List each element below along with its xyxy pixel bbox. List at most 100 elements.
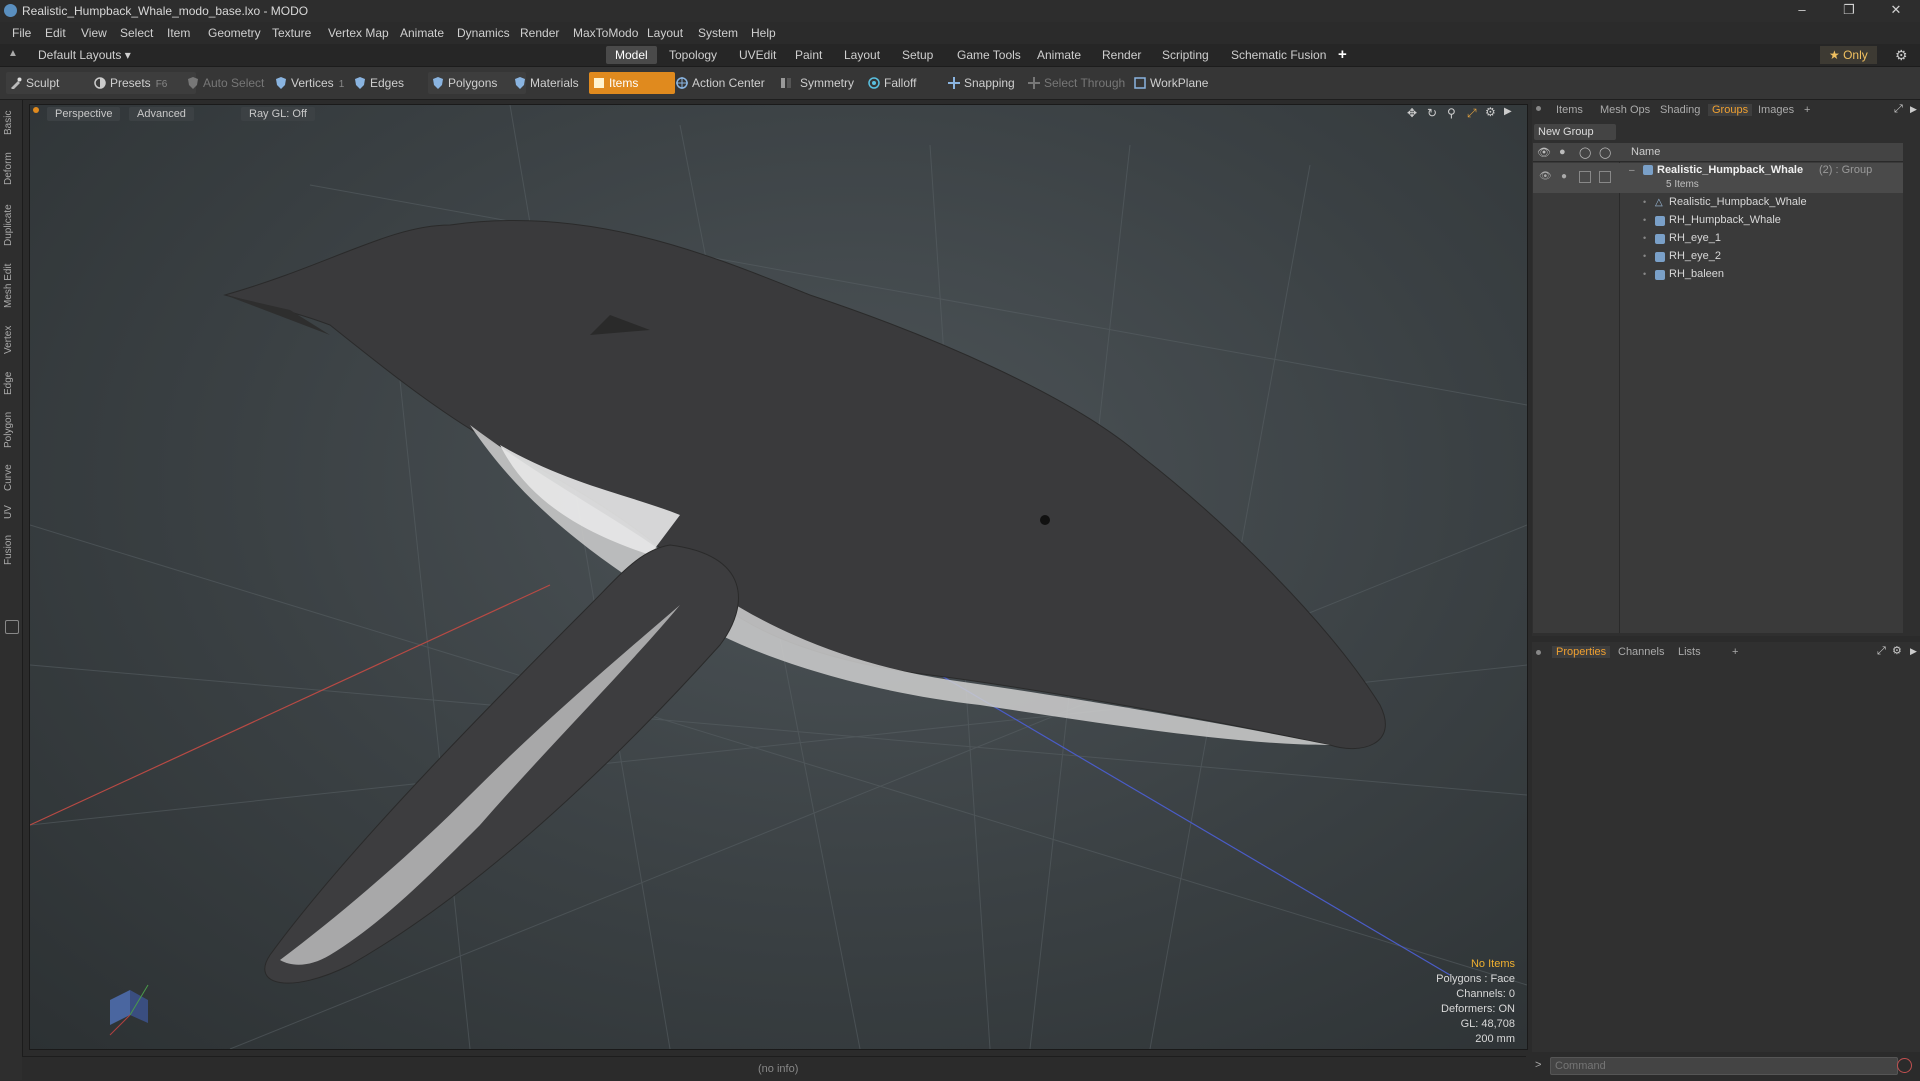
viewport-settings-gear-icon[interactable]: ⚙ (1485, 105, 1496, 119)
tab-animate[interactable]: Animate (1028, 46, 1090, 64)
vtab-polygon[interactable]: Polygon (3, 408, 19, 452)
vtab-mesh-edit[interactable]: Mesh Edit (3, 260, 19, 312)
command-input[interactable] (1550, 1057, 1898, 1075)
rotate-icon[interactable]: ↻ (1427, 106, 1437, 120)
menu-select[interactable]: Select (120, 26, 153, 40)
props-options-icon[interactable] (1536, 650, 1541, 655)
tab-topology[interactable]: Topology (660, 46, 726, 64)
menu-item[interactable]: Item (167, 26, 190, 40)
vtab-deform[interactable]: Deform (3, 148, 19, 190)
workplane-button[interactable]: WorkPlane (1130, 72, 1232, 94)
tab-setup[interactable]: Setup (893, 46, 942, 64)
action-center-button[interactable]: Action Center (672, 72, 788, 94)
tab-groups[interactable]: Groups (1708, 104, 1753, 116)
lock-column-icon[interactable]: ◯ (1579, 146, 1591, 159)
tab-paint[interactable]: Paint (786, 46, 831, 64)
tab-channels[interactable]: Channels (1618, 646, 1664, 658)
menu-texture[interactable]: Texture (272, 26, 311, 40)
new-group-button[interactable]: New Group (1534, 124, 1616, 140)
vtab-vertex[interactable]: Vertex (3, 322, 19, 358)
menu-animate[interactable]: Animate (400, 26, 444, 40)
select-column-icon[interactable]: ◯ (1599, 146, 1611, 159)
list-item[interactable]: • RH_Humpback_Whale (1533, 212, 1903, 230)
viewport-menu-arrow-icon[interactable]: ▶ (1504, 106, 1512, 117)
only-toggle[interactable]: ★ Only (1820, 46, 1877, 64)
tab-shading[interactable]: Shading (1660, 104, 1700, 116)
menu-edit[interactable]: Edit (45, 26, 66, 40)
vtab-uv[interactable]: UV (3, 502, 19, 522)
list-item[interactable]: • RH_eye_1 (1533, 230, 1903, 248)
vtab-basic[interactable]: Basic (3, 108, 19, 138)
menu-geometry[interactable]: Geometry (208, 26, 261, 40)
strip-toggle-icon[interactable] (5, 620, 19, 634)
3d-viewport[interactable] (29, 104, 1528, 1050)
add-panel-tab-button[interactable]: + (1804, 104, 1810, 116)
collapse-icon[interactable]: ▲ (8, 48, 18, 59)
menu-file[interactable]: File (12, 26, 31, 40)
tab-schematic-fusion[interactable]: Schematic Fusion (1222, 46, 1335, 64)
props-menu-arrow-icon[interactable]: ▶ (1910, 646, 1917, 657)
panel-menu-arrow-icon[interactable]: ▶ (1910, 104, 1917, 115)
maximize-button[interactable]: ❐ (1827, 0, 1871, 22)
tab-layout[interactable]: Layout (835, 46, 889, 64)
symmetry-button[interactable]: Symmetry (776, 72, 872, 94)
group-expand-icon[interactable]: – (1629, 165, 1635, 176)
render-column-icon[interactable]: ● (1559, 146, 1566, 158)
add-layout-tab-button[interactable]: + (1329, 46, 1356, 64)
tab-items[interactable]: Items (1556, 104, 1583, 116)
sculpt-button[interactable]: Sculpt (6, 72, 92, 94)
menu-dynamics[interactable]: Dynamics (457, 26, 510, 40)
command-history-icon[interactable] (1897, 1058, 1912, 1073)
props-expand-icon[interactable]: ⤢ (1877, 645, 1886, 658)
pan-icon[interactable]: ✥ (1407, 106, 1417, 120)
layouts-dropdown[interactable]: Default Layouts ▾ (38, 48, 131, 62)
tab-images[interactable]: Images (1758, 104, 1794, 116)
items-button[interactable]: Items (589, 72, 675, 94)
tab-uvedit[interactable]: UVEdit (730, 46, 785, 64)
modo-app-icon (4, 4, 17, 17)
expand-panel-icon[interactable]: ⤢ (1894, 103, 1903, 116)
group-lock-checkbox[interactable] (1579, 171, 1591, 183)
fit-icon[interactable]: ⤢ (1467, 106, 1477, 121)
minimize-button[interactable]: – (1780, 0, 1824, 22)
gear-icon[interactable]: ⚙ (1895, 47, 1908, 64)
menu-system[interactable]: System (698, 26, 738, 40)
menu-layout[interactable]: Layout (647, 26, 683, 40)
group-render-icon[interactable]: ● (1561, 171, 1567, 182)
list-item[interactable]: • RH_eye_2 (1533, 248, 1903, 266)
list-item[interactable]: • RH_baleen (1533, 266, 1903, 284)
visibility-column-eye-icon[interactable]: 👁 (1537, 146, 1551, 159)
add-props-tab-button[interactable]: + (1732, 646, 1738, 658)
menu-vertex-map[interactable]: Vertex Map (328, 26, 389, 40)
raygl-toggle[interactable]: Ray GL: Off (241, 107, 315, 121)
vtab-duplicate[interactable]: Duplicate (3, 200, 19, 250)
tab-properties[interactable]: Properties (1552, 646, 1611, 658)
close-button[interactable]: ✕ (1874, 0, 1918, 22)
humpback-whale-model[interactable] (223, 219, 1386, 984)
tab-game-tools[interactable]: Game Tools (948, 46, 1030, 64)
tab-model[interactable]: Model (606, 46, 657, 64)
group-row[interactable]: 👁 ● – Realistic_Humpback_Whale (2) : Gro… (1533, 163, 1903, 193)
presets-button[interactable]: Presets F6 (90, 72, 196, 94)
shading-mode-dropdown[interactable]: Advanced (129, 107, 194, 121)
group-select-checkbox[interactable] (1599, 171, 1611, 183)
menu-help[interactable]: Help (751, 26, 776, 40)
menu-view[interactable]: View (81, 26, 107, 40)
panel-options-icon[interactable] (1536, 106, 1541, 111)
zoom-icon[interactable]: ⚲ (1447, 106, 1456, 120)
group-visibility-eye-icon[interactable]: 👁 (1539, 171, 1552, 182)
vtab-fusion[interactable]: Fusion (3, 532, 19, 568)
tab-scripting[interactable]: Scripting (1153, 46, 1218, 64)
tab-lists[interactable]: Lists (1678, 646, 1701, 658)
tab-mesh-ops[interactable]: Mesh Ops (1600, 104, 1650, 116)
vtab-curve[interactable]: Curve (3, 462, 19, 494)
list-item[interactable]: • △ Realistic_Humpback_Whale (1533, 194, 1903, 212)
menu-maxtomodo[interactable]: MaxToModo (573, 26, 638, 40)
menu-render[interactable]: Render (520, 26, 559, 40)
view-type-dropdown[interactable]: Perspective (47, 107, 121, 121)
falloff-button[interactable]: Falloff (864, 72, 950, 94)
props-gear-icon[interactable]: ⚙ (1892, 644, 1902, 657)
viewport-options-icon[interactable] (33, 107, 39, 113)
vtab-edge[interactable]: Edge (3, 368, 19, 398)
tab-render[interactable]: Render (1093, 46, 1150, 64)
